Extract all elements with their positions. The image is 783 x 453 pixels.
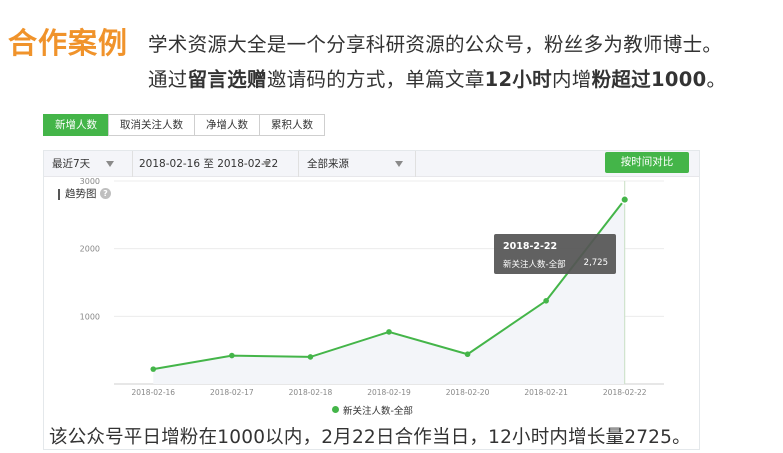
- y-tick-label: 3000: [80, 177, 100, 186]
- stats-panel: 最近7天 2018-02-16 至 2018-02-22 全部来源 按时间对比 …: [43, 150, 700, 450]
- legend-marker: [332, 406, 339, 413]
- tab-cumulative[interactable]: 累积人数: [259, 114, 325, 136]
- metric-tabs: 新增人数 取消关注人数 净增人数 累积人数: [43, 114, 325, 136]
- data-point-2018-02-21: [543, 297, 549, 304]
- data-point-2018-02-17: [229, 352, 235, 359]
- data-point-2018-02-22: [620, 195, 630, 205]
- caption: 该公众号平日增粉在1000以内，2月22日合作当日，12小时内增长量2725。: [49, 427, 691, 448]
- tooltip-series: 新关注人数-全部: [503, 260, 566, 270]
- tooltip-date: 2018-2-22: [503, 241, 558, 252]
- data-point-2018-02-18: [307, 354, 314, 360]
- chart-tooltip: 2018-2-22 新关注人数-全部 2,725: [494, 234, 616, 274]
- tab-unfollows[interactable]: 取消关注人数: [108, 114, 195, 136]
- x-tick-label: 2018-02-17: [210, 388, 254, 397]
- data-point-2018-02-20: [464, 351, 471, 358]
- x-tick-label: 2018-02-16: [131, 388, 175, 397]
- x-tick-label: 2018-02-18: [289, 388, 333, 397]
- x-tick-label: 2018-02-21: [524, 388, 568, 397]
- x-tick-label: 2018-02-20: [446, 388, 490, 397]
- trend-chart: 1000 2000 3000 2018-02-16 2018-02-17 2018-02-…: [80, 177, 664, 397]
- data-point-2018-02-19: [386, 329, 392, 335]
- x-tick-label: 2018-02-22: [603, 388, 647, 397]
- description-line-2: 通过留言选赠邀请码的方式，单篇文章12小时内增粉超过1000。: [148, 68, 727, 91]
- y-tick-label: 2000: [80, 245, 100, 254]
- y-tick-label: 1000: [80, 312, 100, 321]
- legend-label[interactable]: 新关注人数-全部: [343, 403, 413, 417]
- x-tick-label: 2018-02-19: [367, 388, 411, 397]
- description-line-1: 学术资源大全是一个分享科研资源的公众号，粉丝多为教师博士。: [148, 33, 723, 56]
- tab-new-followers[interactable]: 新增人数: [43, 114, 109, 136]
- tooltip-value: 2,725: [583, 258, 608, 268]
- case-title: 合作案例: [8, 26, 129, 60]
- tab-net-growth[interactable]: 净增人数: [194, 114, 260, 136]
- data-point-2018-02-16: [150, 366, 157, 372]
